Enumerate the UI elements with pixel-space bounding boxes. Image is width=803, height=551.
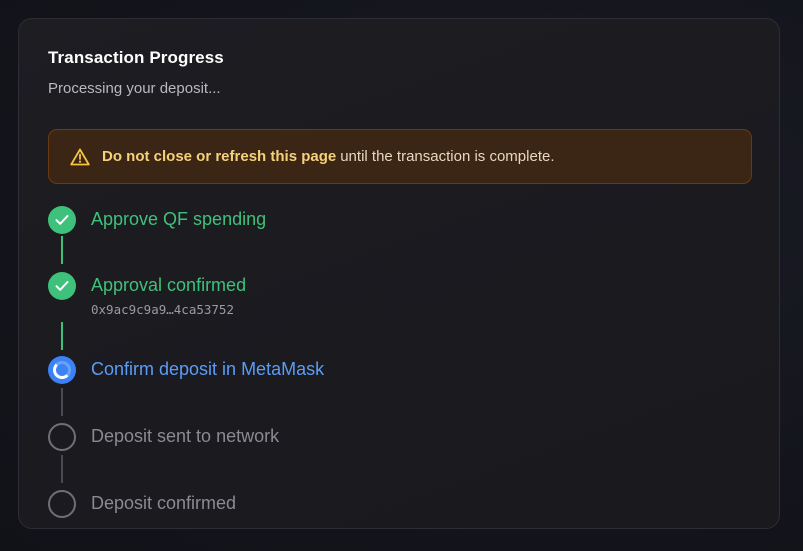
step-label: Confirm deposit in MetaMask bbox=[91, 359, 325, 379]
warning-triangle-icon bbox=[70, 148, 90, 166]
warning-text: until the transaction is complete. bbox=[340, 148, 555, 165]
step-connector bbox=[61, 455, 63, 483]
card-subtitle: Processing your deposit... bbox=[48, 80, 221, 97]
step-deposit-sent: Deposit sent to network bbox=[48, 423, 648, 453]
step-label: Approve QF spending bbox=[91, 209, 267, 229]
step-deposit-confirmed: Deposit confirmed bbox=[48, 490, 648, 520]
step-connector bbox=[61, 388, 63, 416]
transaction-progress-card: Transaction Progress Processing your dep… bbox=[18, 18, 780, 529]
step-label: Approval confirmed bbox=[91, 275, 247, 295]
step-confirm-deposit: Confirm deposit in MetaMask bbox=[48, 356, 648, 386]
warning-banner: Do not close or refresh this page until … bbox=[48, 129, 752, 184]
step-pending-circle-icon bbox=[48, 423, 76, 451]
step-complete-check-icon bbox=[48, 206, 76, 234]
card-title: Transaction Progress bbox=[48, 48, 224, 67]
step-in-progress-spinner-icon bbox=[48, 356, 76, 384]
step-connector bbox=[61, 322, 63, 350]
step-approval-confirmed: Approval confirmed 0x9ac9c9a9…4ca53752 bbox=[48, 272, 648, 317]
warning-strong-text: Do not close or refresh this page bbox=[102, 148, 337, 165]
step-label: Deposit confirmed bbox=[91, 493, 237, 513]
step-connector bbox=[61, 236, 63, 264]
step-label: Deposit sent to network bbox=[91, 426, 280, 446]
step-approve-spending: Approve QF spending bbox=[48, 206, 648, 236]
step-complete-check-icon bbox=[48, 272, 76, 300]
step-pending-circle-icon bbox=[48, 490, 76, 518]
tx-hash[interactable]: 0x9ac9c9a9…4ca53752 bbox=[91, 302, 234, 317]
